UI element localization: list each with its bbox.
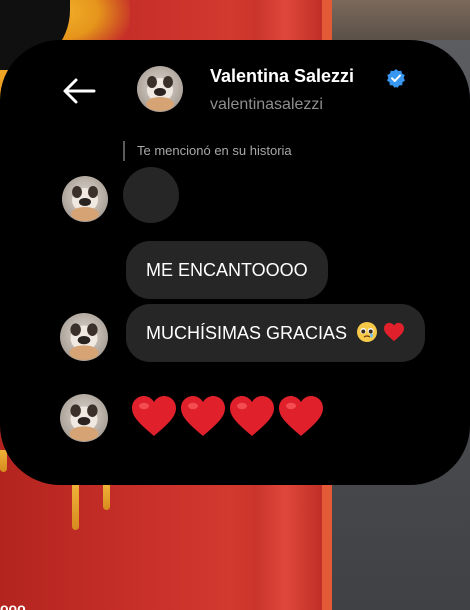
emoji-message[interactable] <box>130 394 325 438</box>
red-heart-icon <box>279 396 323 436</box>
username: valentinasalezzi <box>210 96 323 113</box>
background-wall <box>330 0 470 40</box>
background-drip <box>0 450 7 472</box>
sender-avatar[interactable] <box>60 394 108 442</box>
display-name[interactable]: Valentina Salezzi <box>210 66 354 87</box>
arrow-left-icon[interactable] <box>60 72 98 110</box>
sender-avatar[interactable] <box>60 313 108 361</box>
background-drip <box>72 485 79 530</box>
red-heart-icon <box>384 322 405 342</box>
pleading-face-icon <box>357 322 378 342</box>
message-text: MUCHÍSIMAS GRACIAS <box>146 323 348 343</box>
story-mention-note: Te mencionó en su historia <box>123 141 292 161</box>
red-heart-icon <box>132 396 176 436</box>
message-bubble[interactable]: MUCHÍSIMAS GRACIAS <box>126 304 426 362</box>
screenshot-scene: ооо Valentina Salezzi valentinasalezzi T… <box>0 0 470 610</box>
background-drip <box>103 485 110 510</box>
sender-avatar[interactable] <box>62 176 108 222</box>
background-partial-text: ооо <box>0 600 26 610</box>
header-avatar[interactable] <box>137 66 183 112</box>
red-heart-icon <box>230 396 274 436</box>
verified-badge-icon <box>387 69 405 88</box>
message-text: ME ENCANTOOOO <box>146 260 308 280</box>
message-bubble[interactable]: ME ENCANTOOOO <box>126 241 328 299</box>
red-heart-icon <box>181 396 225 436</box>
story-thumbnail[interactable] <box>123 167 179 223</box>
